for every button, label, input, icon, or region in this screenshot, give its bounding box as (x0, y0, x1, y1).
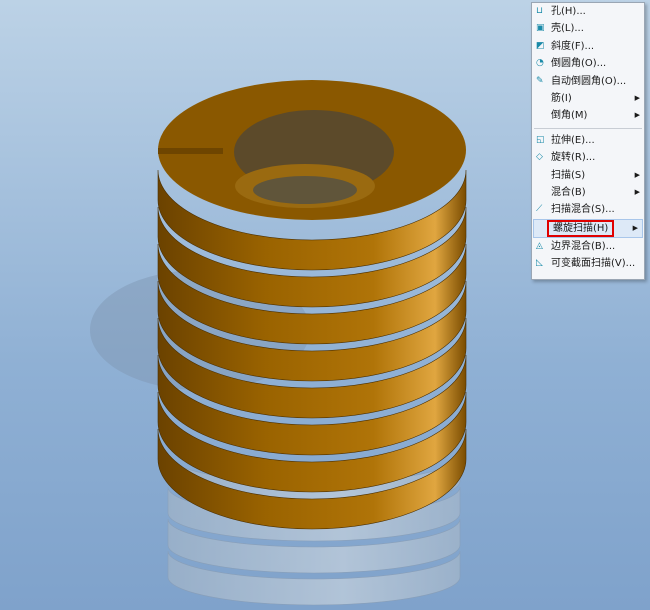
draft-icon: ◩ (536, 40, 545, 51)
boundary-blend-icon: ◬ (536, 241, 543, 252)
extrude-icon: ◱ (536, 134, 545, 145)
submenu-arrow-icon: ▶ (634, 93, 640, 102)
menu-item-label: 旋转(R)... (551, 152, 596, 164)
menu-item-label: 斜度(F)... (551, 40, 595, 52)
shell-icon: ▣ (536, 23, 545, 34)
submenu-arrow-icon: ▶ (634, 111, 640, 120)
menu-separator (534, 127, 642, 129)
menu-item[interactable]: ▣ 壳(L)... (532, 20, 644, 37)
menu-item-label: 壳(L)... (551, 23, 584, 35)
menu-item-label: 拉伸(E)... (551, 134, 595, 146)
revolve-icon: ◇ (536, 152, 543, 163)
context-menu: ⊔ 孔(H)... ▣ 壳(L)... ◩ 斜度(F)... ◔ 倒圆角(O)... ✎ 自动倒圆… (531, 2, 645, 280)
menu-item-label: 倒角(M) (551, 110, 588, 122)
menu-item-label: 筋(I) (551, 92, 572, 104)
menu-item[interactable]: 扫描(S) ▶ (532, 167, 644, 184)
auto-round-icon: ✎ (536, 75, 544, 86)
swept-blend-icon: ⟋ (536, 204, 543, 215)
menu-item[interactable]: ◱ 拉伸(E)... (532, 132, 644, 149)
hole-icon: ⊔ (536, 6, 544, 16)
coil-end-cut (158, 148, 223, 154)
menu-item[interactable]: 倒角(M) ▶ (532, 107, 644, 124)
menu-item-label: 扫描混合(S)... (551, 204, 615, 216)
menu-item[interactable]: ◇ 旋转(R)... (532, 149, 644, 166)
menu-item[interactable]: 螺旋扫描(H) ▶ (533, 218, 643, 239)
menu-item-label: 混合(B) (551, 186, 586, 198)
menu-item[interactable]: ⟋ 扫描混合(S)... (532, 201, 644, 218)
model-viewport[interactable]: ⊔ 孔(H)... ▣ 壳(L)... ◩ 斜度(F)... ◔ 倒圆角(O)... ✎ 自动倒圆… (0, 0, 650, 610)
menu-item[interactable]: ◩ 斜度(F)... (532, 38, 644, 55)
menu-item[interactable]: ⊔ 孔(H)... (532, 3, 644, 20)
menu-item-label: 螺旋扫描(H) (546, 219, 615, 237)
menu-item[interactable]: 筋(I) ▶ (532, 90, 644, 107)
submenu-arrow-icon: ▶ (632, 223, 638, 232)
menu-item-label: 倒圆角(O)... (551, 58, 607, 70)
menu-item[interactable]: 混合(B) ▶ (532, 184, 644, 201)
menu-item-label: 孔(H)... (551, 6, 586, 17)
menu-item[interactable]: ◬ 边界混合(B)... (532, 238, 644, 255)
menu-item[interactable]: ◔ 倒圆角(O)... (532, 55, 644, 72)
variable-sweep-icon: ◺ (536, 258, 543, 269)
submenu-arrow-icon: ▶ (634, 187, 640, 196)
submenu-arrow-icon: ▶ (634, 170, 640, 179)
menu-item[interactable]: ◺ 可变截面扫描(V)... (532, 255, 644, 272)
menu-item-label: 扫描(S) (551, 169, 586, 181)
menu-item[interactable]: ✎ 自动倒圆角(O)... (532, 73, 644, 90)
menu-item-label: 边界混合(B)... (551, 241, 616, 253)
menu-item-label: 可变截面扫描(V)... (551, 258, 636, 270)
menu-item-label: 自动倒圆角(O)... (551, 75, 627, 87)
round-icon: ◔ (536, 58, 544, 69)
inner-hole-deep (253, 176, 357, 204)
